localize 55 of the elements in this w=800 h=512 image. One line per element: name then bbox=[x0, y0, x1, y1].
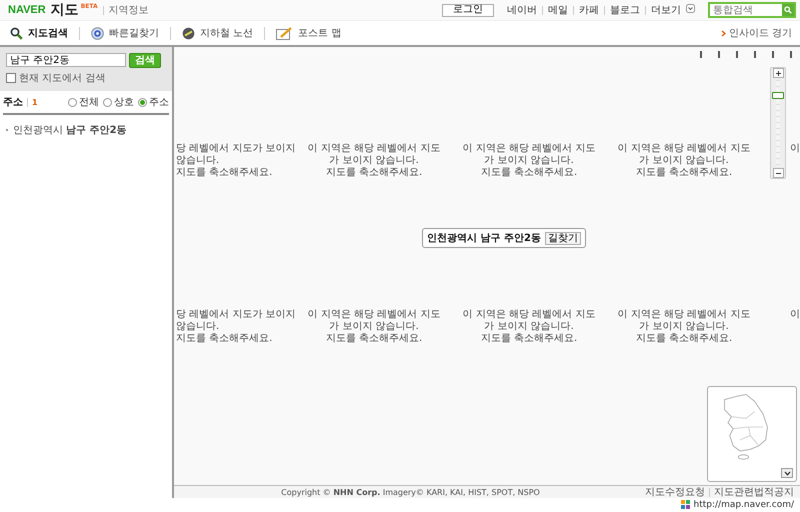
top-link[interactable]: 더보기 bbox=[651, 3, 681, 17]
chevron-icon bbox=[720, 30, 726, 36]
dropdown-icon[interactable] bbox=[686, 4, 695, 16]
result-item[interactable]: 인천광역시 남구 주안2동 bbox=[13, 123, 127, 137]
tile-message: 이 지역은 해당 레벨에서 지도가 보이지 않습니다. 지도를 축소해주세요. bbox=[462, 143, 596, 179]
tile-message: 이 지역은 해당 레벨에서 지도가 보이지 않습니다. 지도를 축소해주세요. bbox=[306, 143, 442, 179]
toolbar-tab[interactable]: 빠른길찾기 bbox=[91, 26, 159, 40]
radio-label[interactable]: 전체 bbox=[79, 95, 99, 109]
note-pencil-icon bbox=[276, 26, 294, 40]
location-name: 인천광역시 남구 주안2동 bbox=[427, 232, 541, 245]
top-link[interactable]: 메일 bbox=[548, 3, 568, 17]
toolbar-tab[interactable]: 지도검색 bbox=[10, 26, 68, 40]
zoom-in-button[interactable] bbox=[772, 68, 784, 78]
result-count: 1 bbox=[32, 98, 38, 106]
footer-link[interactable]: 지도관련법적공지 bbox=[714, 485, 794, 499]
footer-link[interactable]: 지도수정요청 bbox=[645, 485, 706, 499]
tile-message: 이 bbox=[790, 143, 800, 155]
copyright-text: Copyright © NHN Corp. Imagery© KARI, KAI, HIST, SPOT, NSPO bbox=[281, 488, 540, 496]
search-field[interactable]: 통합검색 bbox=[708, 2, 796, 18]
zoom-handle[interactable] bbox=[772, 92, 784, 99]
site-title: 지도 bbox=[50, 1, 79, 19]
tile-message: 당 레벨에서 지도가 보이지 않습니다. 지도를 축소해주세요. bbox=[176, 309, 297, 345]
radio-label[interactable]: 주소 bbox=[149, 95, 169, 109]
checkbox[interactable] bbox=[6, 73, 16, 83]
chevron-down-icon bbox=[784, 470, 790, 476]
checkbox-label[interactable]: 현재 지도에서 검색 bbox=[19, 71, 106, 85]
radio-button[interactable] bbox=[103, 98, 112, 106]
radio-button[interactable] bbox=[68, 98, 77, 106]
results-title: 주소 bbox=[3, 96, 23, 109]
tile-message: 이 지역은 해당 레벨에서 지도가 보이지 않습니다. 지도를 축소해주세요. bbox=[616, 309, 752, 345]
tile-message: 이 지역은 해당 레벨에서 지도가 보이지 않습니다. 지도를 축소해주세요. bbox=[306, 309, 442, 345]
compass-icon bbox=[91, 26, 104, 40]
top-link[interactable]: 카페 bbox=[579, 3, 599, 17]
subway-icon bbox=[182, 26, 195, 40]
top-link[interactable]: 네이버 bbox=[507, 3, 537, 17]
toolbar-tab[interactable]: 지하철 노선 bbox=[182, 26, 254, 40]
tile-message: 이 지역은 해당 레벨에서 지도가 보이지 않습니다. 지도를 축소해주세요. bbox=[616, 143, 752, 179]
tile-message: 당 레벨에서 지도가 보이지 않습니다. 지도를 축소해주세요. bbox=[176, 143, 297, 179]
collapse-button[interactable] bbox=[781, 468, 793, 478]
naver-grid-icon bbox=[680, 500, 690, 510]
search-input[interactable]: 남구 주안2동 bbox=[6, 53, 126, 67]
plus-icon bbox=[774, 70, 782, 76]
radio-label[interactable]: 상호 bbox=[114, 95, 134, 109]
directions-button[interactable]: 길찾기 bbox=[544, 232, 581, 244]
tile-message: 이 bbox=[790, 309, 800, 321]
login-button[interactable]: 로그인 bbox=[442, 4, 494, 16]
tile-message: 이 지역은 해당 레벨에서 지도가 보이지 않습니다. 지도를 축소해주세요. bbox=[462, 309, 596, 345]
toolbar-tab[interactable]: 포스트 맵 bbox=[276, 26, 342, 40]
top-link[interactable]: 블로그 bbox=[610, 3, 640, 17]
zoom-out-button[interactable] bbox=[772, 168, 784, 178]
radio-button[interactable] bbox=[138, 98, 147, 106]
section-link[interactable]: 지역정보 bbox=[108, 3, 149, 17]
page-url: http://map.naver.com/ bbox=[694, 500, 794, 510]
search-icon bbox=[10, 26, 23, 40]
search-icon[interactable] bbox=[782, 4, 794, 16]
